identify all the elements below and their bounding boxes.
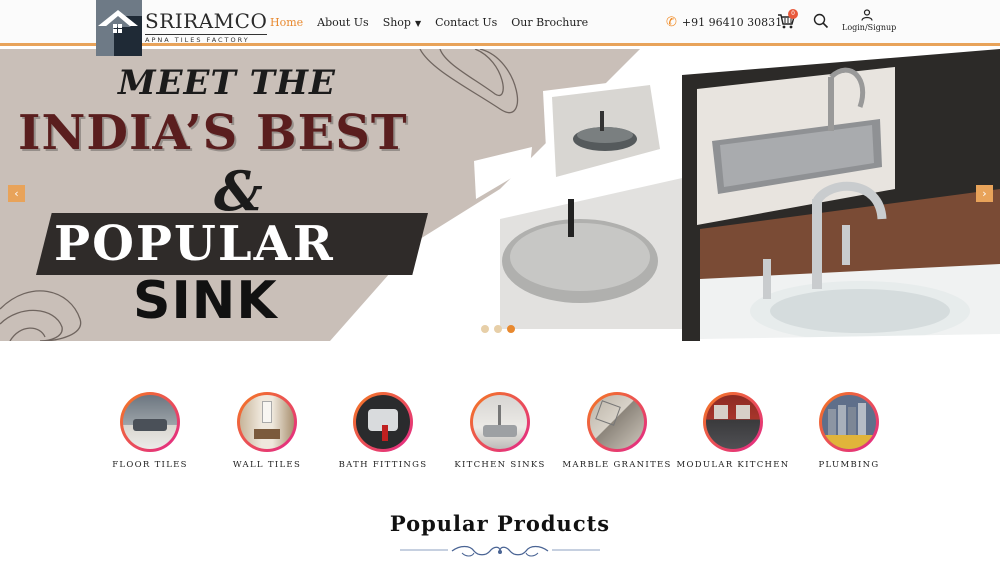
cart-count-badge: 0 [788,9,798,19]
slider-next-button[interactable]: › [976,185,993,202]
nav-shop-label: Shop [382,16,411,29]
slider-dots [481,325,515,333]
category-wall-tiles[interactable]: WALL TILES [207,392,327,470]
logo[interactable]: SRIRAMCO APNA TILES FACTORY [96,0,268,56]
main-nav: Home About Us Shop ▼ Contact Us Our Broch… [270,16,602,29]
category-label: WALL TILES [232,460,302,470]
nav-about-us[interactable]: About Us [317,16,369,29]
category-image [120,392,180,452]
slider-dot-2[interactable] [494,325,502,333]
nav-our-brochure[interactable]: Our Brochure [511,16,588,29]
category-image [353,392,413,452]
hero-line-5: SINK [133,271,278,331]
category-label: MARBLE GRANITES [562,460,672,470]
category-floor-tiles[interactable]: FLOOR TILES [90,392,210,470]
slider-dot-1[interactable] [481,325,489,333]
hero-ampersand: & [214,159,263,223]
logo-house-icon [96,0,142,56]
slider-dot-3[interactable] [507,325,515,333]
section-title: Popular Products [389,511,611,536]
search-icon[interactable] [813,13,829,29]
nav-shop[interactable]: Shop ▼ [383,16,421,29]
category-label: FLOOR TILES [112,460,188,470]
hero-line-2: INDIA’S BEST [18,105,408,161]
category-image [587,392,647,452]
category-modular-kitchen[interactable]: MODULAR KITCHEN [673,392,793,470]
hero-slider: MEET THE INDIA’S BEST & POPULAR SINK [0,49,1000,341]
hero-line-4: POPULAR [54,216,335,272]
phone-link[interactable]: ✆ +91 96410 30831 [666,16,782,29]
category-label: BATH FITTINGS [338,460,428,470]
category-label: PLUMBING [818,460,880,470]
category-image [470,392,530,452]
hero-line-1: MEET THE [118,63,336,103]
category-label: MODULAR KITCHEN [676,460,790,470]
user-icon[interactable] [861,9,873,21]
category-plumbing[interactable]: PLUMBING [789,392,909,470]
category-list: FLOOR TILES WALL TILES BATH FITTINGS KIT… [0,392,1000,472]
chevron-down-icon: ▼ [414,19,422,28]
category-bath-fittings[interactable]: BATH FITTINGS [323,392,443,470]
category-image [703,392,763,452]
category-marble-granites[interactable]: MARBLE GRANITES [557,392,677,470]
nav-contact-us[interactable]: Contact Us [435,16,497,29]
phone-number: +91 96410 30831 [681,16,783,29]
category-kitchen-sinks[interactable]: KITCHEN SINKS [440,392,560,470]
slider-prev-button[interactable]: ‹ [8,185,25,202]
category-label: KITCHEN SINKS [454,460,546,470]
phone-icon: ✆ [666,15,677,30]
site-header: SRIRAMCO APNA TILES FACTORY Home About U… [0,0,1000,56]
login-signup-link[interactable]: Login/Signup [842,23,896,32]
logo-name: SRIRAMCO [145,9,268,33]
category-image [819,392,879,452]
ornament-divider-icon [400,545,600,557]
category-image [237,392,297,452]
nav-home[interactable]: Home [270,16,303,29]
logo-tagline: APNA TILES FACTORY [145,34,268,44]
